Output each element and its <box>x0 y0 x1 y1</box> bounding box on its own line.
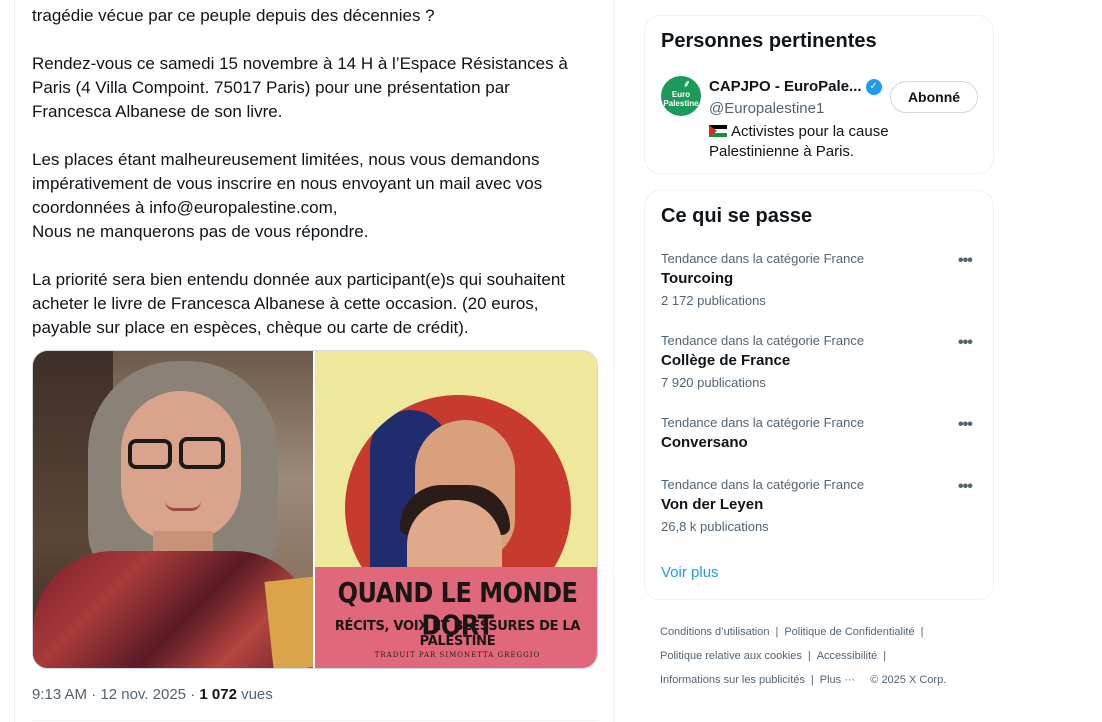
book-subtitle: RÉCITS, VOIX ET BLESSURES DE LA PALESTIN… <box>334 619 581 649</box>
trend-count: 2 172 publications <box>661 293 766 308</box>
tweet-column: tragédie vécue par ce peuple depuis des … <box>14 0 614 722</box>
trend-category: Tendance dans la catégorie France <box>661 251 865 266</box>
footer-row: Politique relative aux cookies | Accessibi… <box>660 644 990 668</box>
glasses-icon <box>128 439 172 469</box>
person-handle[interactable]: @Europalestine1 <box>709 100 824 117</box>
trend-category: Tendance dans la catégorie France <box>661 477 865 492</box>
trend-item[interactable]: Tendance dans la catégorie France Von de… <box>645 477 993 559</box>
glasses-icon <box>179 437 225 469</box>
trends-panel: Ce qui se passe Tendance dans la catégor… <box>644 190 994 600</box>
trend-item[interactable]: Tendance dans la catégorie France Tourco… <box>645 251 993 333</box>
photo-smile <box>165 501 201 511</box>
more-options-icon[interactable]: ••• <box>958 478 973 496</box>
accessibility-link[interactable]: Accessibilité <box>817 650 878 662</box>
show-more-link[interactable]: Voir plus <box>661 564 719 581</box>
ads-info-link[interactable]: Informations sur les publicités <box>660 674 805 686</box>
more-options-icon[interactable]: ••• <box>958 252 973 270</box>
footer-links: Conditions d’utilisation | Politique de Co… <box>660 620 990 692</box>
tweet-time[interactable]: 9:13 AM <box>32 686 87 703</box>
tweet-paragraph: La priorité sera bien entendu donnée aux… <box>32 270 566 337</box>
person-display-name: CAPJPO - EuroPale... <box>709 78 862 95</box>
relevant-people-panel: Personnes pertinentes ⸙ Euro Palestine C… <box>644 15 994 174</box>
views-count: 1 072 <box>199 686 237 703</box>
trend-name: Conversano <box>661 434 748 451</box>
trend-name: Collège de France <box>661 352 791 369</box>
separator: | <box>775 626 779 638</box>
leaf-icon: ⸙ <box>683 79 691 90</box>
palestine-flag-icon <box>709 125 727 137</box>
avatar[interactable]: ⸙ Euro Palestine <box>661 76 701 116</box>
privacy-link[interactable]: Politique de Confidentialité <box>784 626 914 638</box>
trend-item[interactable]: Tendance dans la catégorie France Collèg… <box>645 333 993 415</box>
bio-text: Activistes pour la cause Palestinienne à… <box>709 123 889 160</box>
cookies-link[interactable]: Politique relative aux cookies <box>660 650 802 662</box>
views-label: vues <box>241 686 273 703</box>
tweet-date[interactable]: 12 nov. 2025 <box>100 686 186 703</box>
person-bio: Activistes pour la cause Palestinienne à… <box>709 122 969 162</box>
trend-category: Tendance dans la catégorie France <box>661 415 865 430</box>
more-options-icon[interactable]: ••• <box>958 416 973 434</box>
separator: | <box>810 674 814 686</box>
separator: | <box>920 626 924 638</box>
terms-link[interactable]: Conditions d’utilisation <box>660 626 769 638</box>
trend-count: 7 920 publications <box>661 375 766 390</box>
trend-category: Tendance dans la catégorie France <box>661 333 865 348</box>
separator: | <box>807 650 811 662</box>
tweet-paragraph: Rendez-vous ce samedi 15 novembre à 14 H… <box>32 54 568 121</box>
footer-row: Informations sur les publicités | Plus ···… <box>660 668 990 692</box>
following-button[interactable]: Abonné <box>890 81 978 113</box>
meta-dot: · <box>190 686 200 703</box>
tweet-text: tragédie vécue par ce peuple depuis des … <box>32 4 592 340</box>
meta-dot: · <box>91 686 101 703</box>
panel-title: Ce qui se passe <box>661 205 813 227</box>
tweet-paragraph: Les places étant malheureusement limitée… <box>32 150 543 217</box>
separator: | <box>883 650 887 662</box>
divider <box>32 720 598 721</box>
book-cover[interactable]: QUAND LE MONDE DORT RÉCITS, VOIX ET BLES… <box>313 351 597 668</box>
photo-folder <box>264 576 313 668</box>
copyright: © 2025 X Corp. <box>870 674 947 686</box>
author-photo[interactable] <box>33 351 313 668</box>
trend-name: Tourcoing <box>661 270 734 287</box>
more-link[interactable]: Plus ··· <box>820 674 855 686</box>
person-name[interactable]: CAPJPO - EuroPale... ✓ <box>709 78 882 95</box>
tweet-paragraph: tragédie vécue par ce peuple depuis des … <box>32 6 435 25</box>
verified-badge-icon: ✓ <box>865 78 882 95</box>
more-options-icon[interactable]: ••• <box>958 334 973 352</box>
avatar-text: Euro Palestine <box>663 90 699 108</box>
book-translator: TRADUIT PAR SIMONETTA GREGGIO <box>374 651 541 659</box>
footer-row: Conditions d’utilisation | Politique de Co… <box>660 620 990 644</box>
tweet-media[interactable]: QUAND LE MONDE DORT RÉCITS, VOIX ET BLES… <box>32 350 598 669</box>
tweet-paragraph: Nous ne manquerons pas de vous répondre. <box>32 222 369 241</box>
tweet-meta: 9:13 AM · 12 nov. 2025 · 1 072 vues <box>32 686 273 703</box>
trend-count: 26,8 k publications <box>661 519 769 534</box>
trend-name: Von der Leyen <box>661 496 764 513</box>
panel-title: Personnes pertinentes <box>661 30 877 52</box>
